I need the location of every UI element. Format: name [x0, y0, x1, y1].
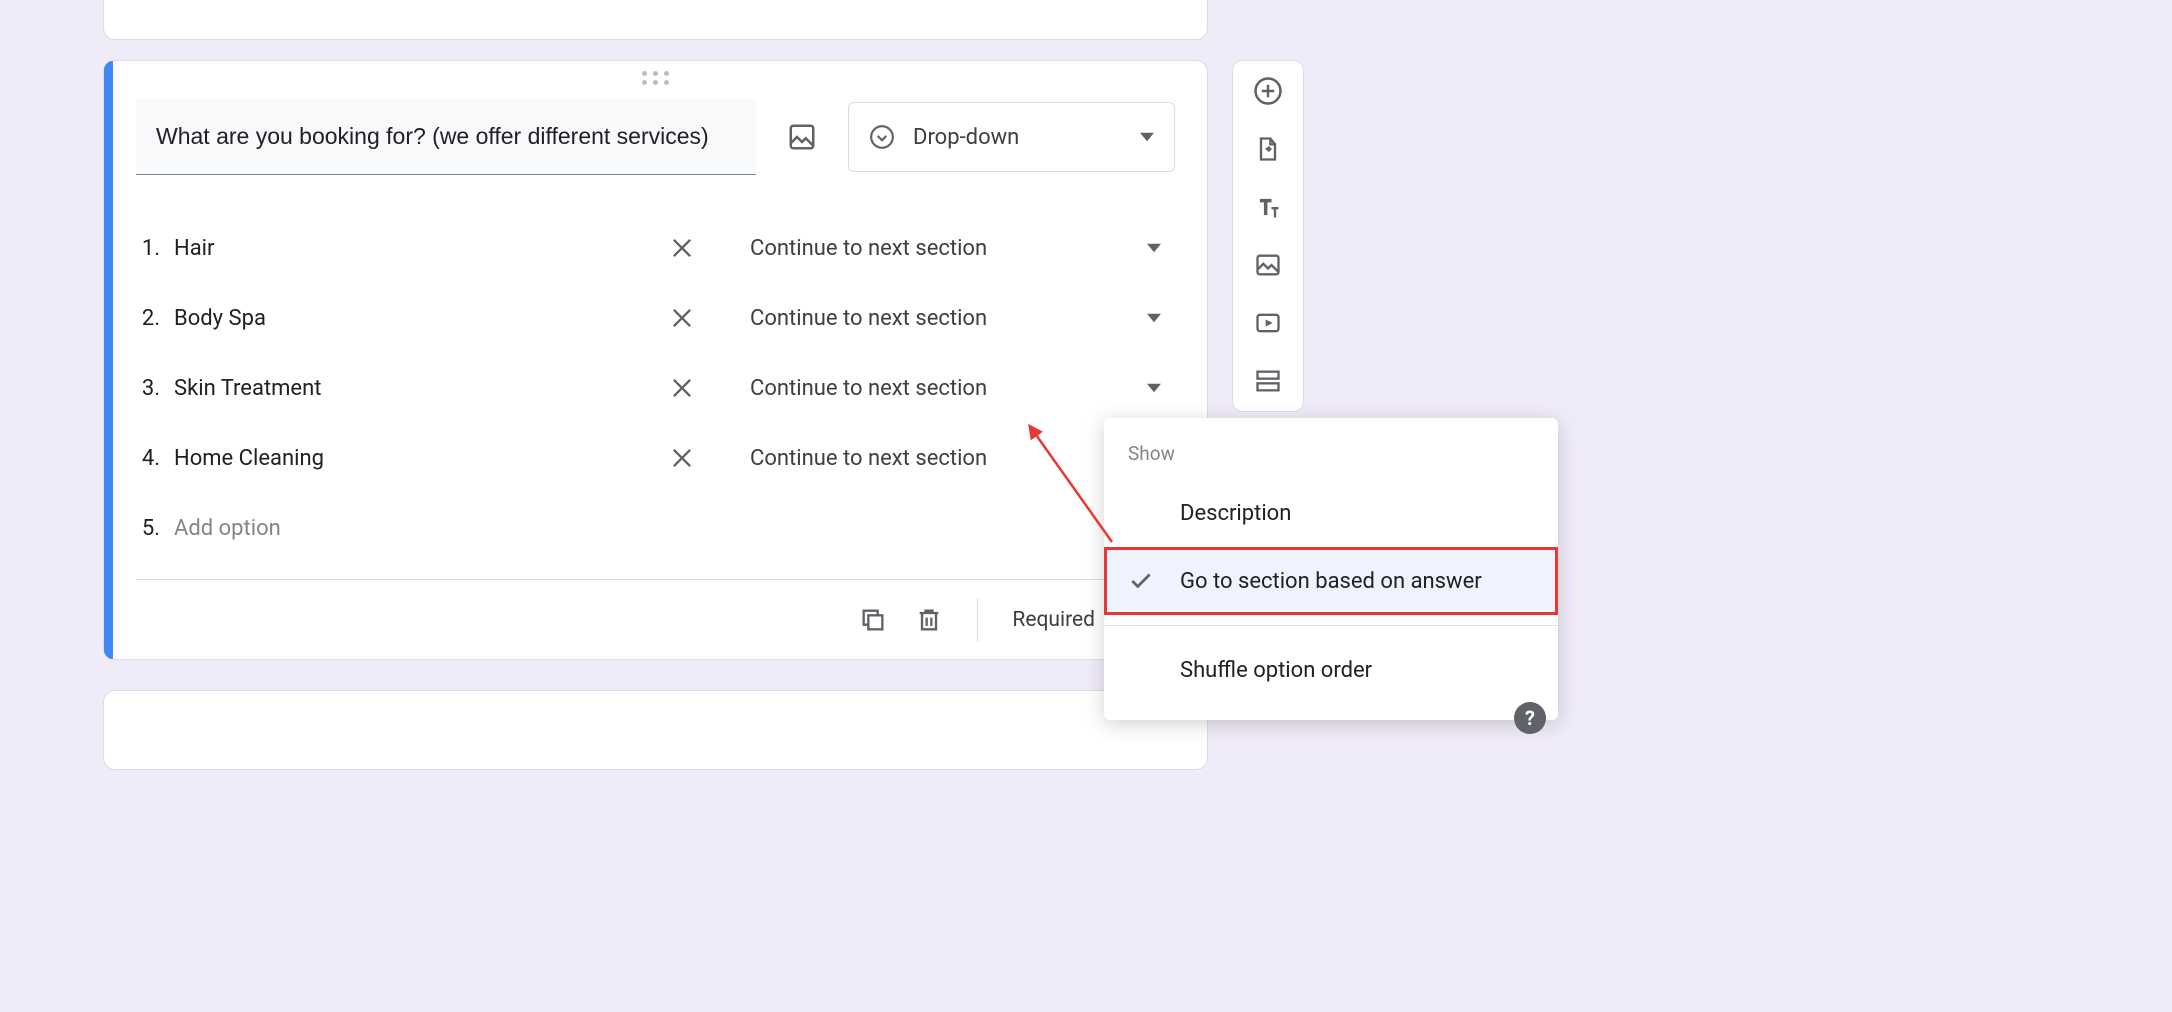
add-video-button[interactable]	[1250, 305, 1286, 341]
question-card: Drop-down 1. Hair Continue to next section…	[103, 60, 1208, 660]
close-icon	[668, 304, 696, 332]
menu-item-label: Go to section based on answer	[1180, 569, 1482, 594]
caret-down-icon	[1147, 311, 1161, 325]
option-row: 2. Body Spa Continue to next section	[136, 283, 1175, 353]
duplicate-button[interactable]	[859, 606, 887, 634]
menu-item-description[interactable]: Description	[1104, 479, 1558, 547]
menu-item-label: Description	[1180, 501, 1291, 526]
option-section-select[interactable]: Continue to next section	[750, 306, 1175, 331]
more-options-menu: Show Description Go to section based on …	[1104, 418, 1558, 720]
check-icon	[1128, 568, 1154, 594]
option-number: 2.	[136, 306, 160, 331]
section-select-label: Continue to next section	[750, 376, 987, 401]
title-icon	[1254, 193, 1282, 221]
option-number: 4.	[136, 446, 160, 471]
question-type-select[interactable]: Drop-down	[848, 102, 1175, 172]
option-label[interactable]: Home Cleaning	[174, 446, 654, 471]
dropdown-type-icon	[869, 124, 895, 150]
option-label[interactable]: Body Spa	[174, 306, 654, 331]
footer-divider	[977, 598, 978, 642]
menu-separator	[1104, 625, 1558, 626]
menu-item-shuffle[interactable]: Shuffle option order	[1104, 636, 1558, 704]
add-title-button[interactable]	[1250, 189, 1286, 225]
copy-icon	[859, 606, 887, 634]
option-section-select[interactable]: Continue to next section	[750, 376, 1175, 401]
plus-circle-icon	[1253, 76, 1283, 106]
image-icon	[1254, 251, 1282, 279]
add-image-button[interactable]	[784, 119, 820, 155]
next-card-edge	[103, 690, 1208, 770]
menu-item-label: Shuffle option order	[1180, 658, 1372, 683]
drag-handle-icon[interactable]	[640, 71, 672, 85]
import-icon	[1254, 135, 1282, 163]
close-icon	[668, 444, 696, 472]
option-row: 4. Home Cleaning Continue to next section	[136, 423, 1175, 493]
option-number: 1.	[136, 236, 160, 261]
section-select-label: Continue to next section	[750, 446, 987, 471]
option-label[interactable]: Hair	[174, 236, 654, 261]
section-icon	[1254, 367, 1282, 395]
video-icon	[1254, 309, 1282, 337]
side-toolbar	[1232, 60, 1304, 412]
add-option-placeholder[interactable]: Add option	[174, 516, 654, 541]
question-header: Drop-down	[136, 99, 1175, 175]
option-label[interactable]: Skin Treatment	[174, 376, 654, 401]
menu-group-label: Show	[1104, 434, 1558, 479]
previous-card-edge	[103, 0, 1208, 40]
option-number: 5.	[136, 516, 160, 541]
add-option-row[interactable]: 5. Add option	[136, 493, 1175, 563]
close-icon	[668, 374, 696, 402]
option-section-select[interactable]: Continue to next section	[750, 236, 1175, 261]
option-number: 3.	[136, 376, 160, 401]
delete-button[interactable]	[915, 606, 943, 634]
add-section-button[interactable]	[1250, 363, 1286, 399]
trash-icon	[915, 606, 943, 634]
section-select-label: Continue to next section	[750, 236, 987, 261]
caret-down-icon	[1140, 130, 1154, 144]
options-list: 1. Hair Continue to next section 2. Body Spa…	[136, 213, 1175, 563]
remove-option-button[interactable]	[668, 234, 696, 262]
menu-item-go-to-section[interactable]: Go to section based on answer	[1104, 547, 1558, 615]
option-row: 1. Hair Continue to next section	[136, 213, 1175, 283]
close-icon	[668, 234, 696, 262]
remove-option-button[interactable]	[668, 374, 696, 402]
required-label: Required	[1012, 608, 1095, 632]
help-badge-icon[interactable]: ?	[1514, 702, 1546, 734]
add-image-button-toolbar[interactable]	[1250, 247, 1286, 283]
remove-option-button[interactable]	[668, 444, 696, 472]
add-question-button[interactable]	[1250, 73, 1286, 109]
question-type-label: Drop-down	[913, 125, 1122, 150]
caret-down-icon	[1147, 381, 1161, 395]
question-footer: Required	[136, 579, 1175, 659]
section-select-label: Continue to next section	[750, 306, 987, 331]
option-row: 3. Skin Treatment Continue to next section	[136, 353, 1175, 423]
image-icon	[787, 122, 817, 152]
import-questions-button[interactable]	[1250, 131, 1286, 167]
remove-option-button[interactable]	[668, 304, 696, 332]
caret-down-icon	[1147, 241, 1161, 255]
question-title-input[interactable]	[136, 99, 756, 175]
